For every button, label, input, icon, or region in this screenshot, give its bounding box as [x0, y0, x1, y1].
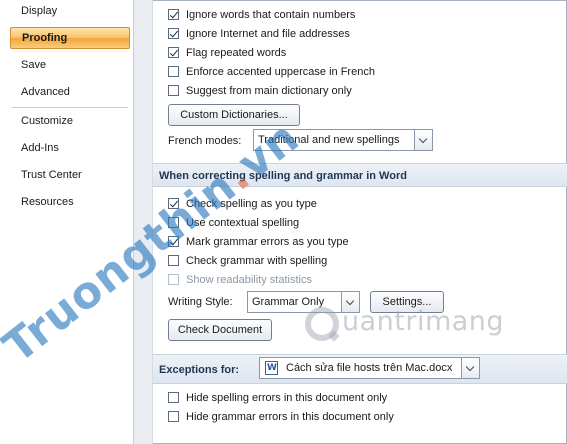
quantrimang-watermark-text: uantrimang — [342, 306, 505, 337]
sidebar-item-proofing[interactable]: Proofing — [10, 27, 130, 49]
suggest-main-label: Suggest from main dictionary only — [186, 85, 352, 97]
readability-checkbox — [168, 274, 179, 285]
options-sidebar: Display Proofing Save Advanced Customize… — [0, 0, 134, 444]
mark-grammar-label: Mark grammar errors as you type — [186, 236, 349, 248]
exceptions-label: Exceptions for: — [159, 364, 240, 376]
sidebar-item-advanced[interactable]: Advanced — [8, 81, 130, 103]
sidebar-item-customize[interactable]: Customize — [8, 110, 130, 132]
ignore-internet-label: Ignore Internet and file addresses — [186, 28, 350, 40]
check-document-button[interactable]: Check Document — [168, 319, 272, 341]
enforce-accented-checkbox[interactable] — [168, 66, 179, 77]
sidebar-item-display[interactable]: Display — [8, 0, 130, 22]
check-grammar-label: Check grammar with spelling — [186, 255, 328, 267]
chevron-down-icon[interactable] — [461, 358, 479, 378]
sidebar-item-label: Resources — [21, 196, 74, 208]
quantrimang-logo-icon — [305, 307, 339, 341]
ignore-numbers-label: Ignore words that contain numbers — [186, 9, 356, 21]
sidebar-item-add-ins[interactable]: Add-Ins — [8, 137, 130, 159]
sidebar-divider — [12, 107, 128, 108]
flag-repeated-label: Flag repeated words — [186, 47, 287, 59]
hide-grammar-label: Hide grammar errors in this document onl… — [186, 411, 394, 423]
sidebar-item-label: Customize — [21, 115, 73, 127]
sidebar-item-trust-center[interactable]: Trust Center — [8, 164, 130, 186]
sidebar-item-label: Display — [21, 5, 58, 17]
sidebar-item-label: Save — [21, 59, 47, 71]
ignore-internet-checkbox[interactable] — [168, 28, 179, 39]
chevron-down-icon[interactable] — [414, 130, 432, 150]
enforce-accented-label: Enforce accented uppercase in French — [186, 66, 375, 78]
sidebar-item-save[interactable]: Save — [8, 54, 130, 76]
writing-style-label: Writing Style: — [168, 296, 233, 308]
readability-label: Show readability statistics — [186, 274, 312, 286]
exceptions-document-dropdown[interactable]: Cách sửa file hosts trên Mac.docx — [259, 357, 480, 379]
sidebar-item-resources[interactable]: Resources — [8, 191, 130, 213]
exceptions-document-value: Cách sửa file hosts trên Mac.docx — [286, 362, 453, 374]
suggest-main-checkbox[interactable] — [168, 85, 179, 96]
sidebar-item-label: Advanced — [21, 86, 70, 98]
check-document-label: Check Document — [177, 324, 263, 336]
hide-spelling-checkbox[interactable] — [168, 392, 179, 403]
flag-repeated-checkbox[interactable] — [168, 47, 179, 58]
sidebar-item-label: Add-Ins — [21, 142, 59, 154]
hide-spelling-label: Hide spelling errors in this document on… — [186, 392, 388, 404]
sidebar-item-label: Trust Center — [21, 169, 82, 181]
hide-grammar-checkbox[interactable] — [168, 411, 179, 422]
ignore-numbers-checkbox[interactable] — [168, 9, 179, 20]
sidebar-item-label: Proofing — [22, 32, 68, 44]
word-document-icon — [265, 361, 278, 375]
